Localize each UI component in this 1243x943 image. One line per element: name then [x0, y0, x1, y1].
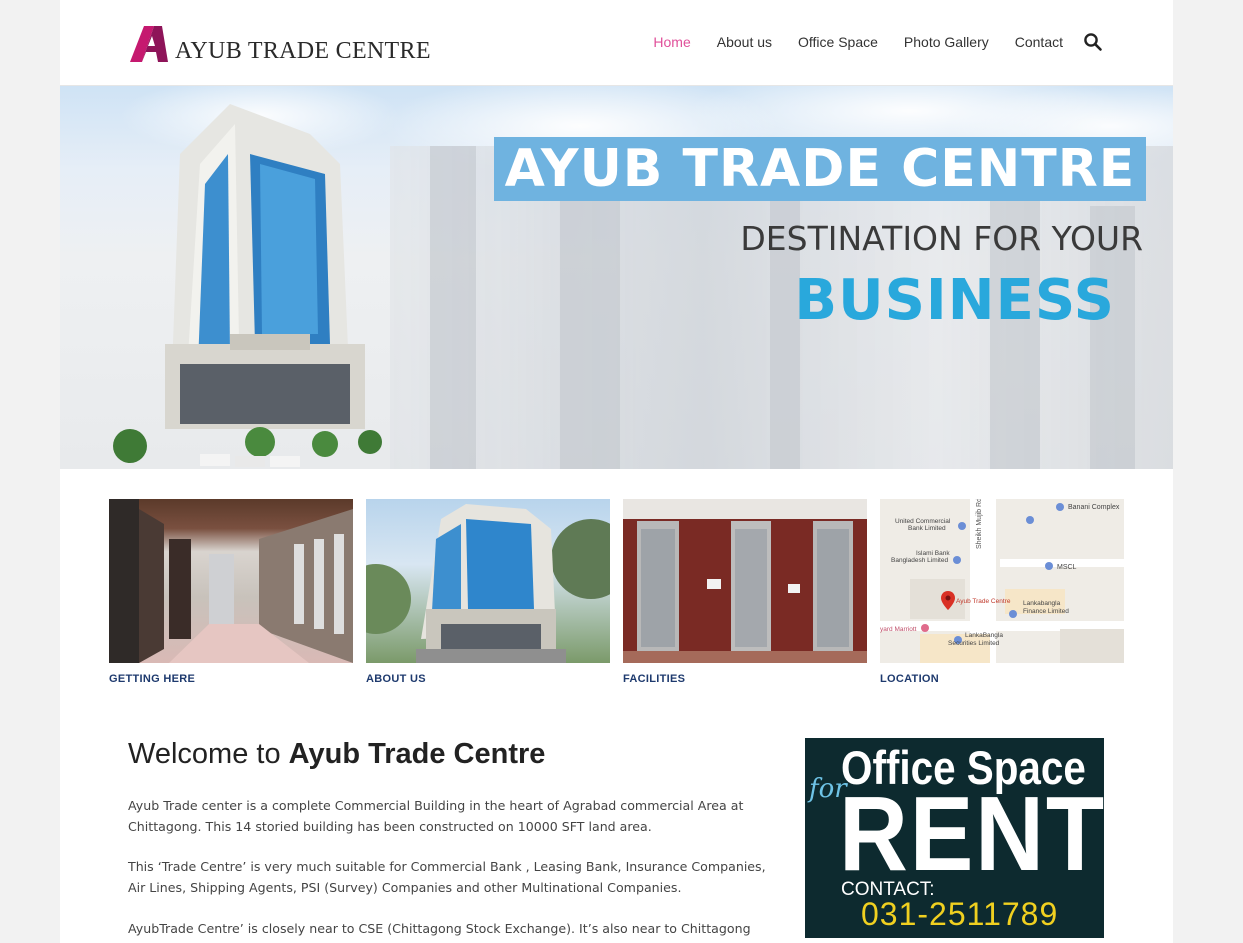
location-map: Sheikh Mujib Rd Banani Complex United Co… — [880, 499, 1124, 663]
ad-rent: RENT — [839, 775, 1104, 893]
lobby-image — [109, 499, 353, 663]
page: AYUB TRADE CENTRE Home About us Office S… — [60, 0, 1173, 943]
feature-tiles: GETTING HERE ABOUT US FACILITIES Sheikh … — [109, 499, 1125, 689]
logo-mark-icon — [130, 26, 168, 62]
svg-text:Banani Complex: Banani Complex — [1068, 504, 1120, 511]
tile-location[interactable]: Sheikh Mujib Rd Banani Complex United Co… — [880, 499, 1124, 685]
ad-phone: 031-2511789 — [861, 896, 1059, 932]
logo-text: AYUB TRADE CENTRE — [175, 37, 431, 64]
office-rent-ad[interactable]: Office Space for RENT CONTACT: 031-25117… — [805, 738, 1104, 938]
svg-text:Islami Bank: Islami Bank — [916, 550, 950, 557]
tile-label: LOCATION — [880, 673, 940, 685]
site-logo[interactable]: AYUB TRADE CENTRE — [128, 22, 431, 66]
hero-title: AYUB TRADE CENTRE — [504, 139, 1136, 199]
welcome-name: Ayub Trade Centre — [288, 738, 546, 770]
nav-about-us[interactable]: About us — [717, 34, 772, 50]
svg-text:yard Marriott: yard Marriott — [880, 626, 917, 633]
svg-text:MSCL: MSCL — [1057, 564, 1077, 571]
svg-text:Bank Limited: Bank Limited — [908, 525, 946, 532]
svg-text:LankaBangla: LankaBangla — [965, 632, 1003, 639]
svg-text:United Commercial: United Commercial — [895, 518, 951, 525]
svg-text:Bangladesh Limited: Bangladesh Limited — [891, 557, 948, 564]
tile-facilities[interactable]: FACILITIES — [623, 499, 867, 685]
main-nav: Home About us Office Space Photo Gallery… — [627, 32, 1103, 52]
welcome-paragraph-1: Ayub Trade center is a complete Commerci… — [128, 798, 744, 834]
nav-office-space[interactable]: Office Space — [798, 34, 878, 50]
svg-text:Lankabangla: Lankabangla — [1023, 600, 1061, 607]
svg-text:Sheikh Mujib Rd: Sheikh Mujib Rd — [976, 499, 983, 549]
welcome-paragraph-2: This ‘Trade Centre’ is very much suitabl… — [128, 859, 766, 895]
tile-getting-here[interactable]: GETTING HERE — [109, 499, 353, 685]
welcome-heading: Welcome to Ayub Trade Centre — [128, 738, 545, 771]
welcome-paragraph-3: AyubTrade Centre’ is closely near to CSE… — [128, 921, 751, 943]
nav-home[interactable]: Home — [653, 34, 690, 50]
nav-photo-gallery[interactable]: Photo Gallery — [904, 34, 989, 50]
building-image — [366, 499, 610, 663]
tile-about-us[interactable]: ABOUT US — [366, 499, 610, 685]
elevators-image — [623, 499, 867, 663]
tile-label: GETTING HERE — [109, 673, 196, 685]
svg-text:Finance Limited: Finance Limited — [1023, 608, 1069, 615]
hero-highlight: BUSINESS — [794, 268, 1115, 333]
tile-label: ABOUT US — [366, 673, 426, 685]
hero-building-image — [113, 104, 382, 467]
welcome-prefix: Welcome to — [128, 738, 281, 770]
svg-text:Ayub Trade Centre: Ayub Trade Centre — [956, 598, 1011, 605]
site-header: AYUB TRADE CENTRE Home About us Office S… — [60, 0, 1173, 86]
nav-contact[interactable]: Contact — [1015, 34, 1063, 50]
hero-title-box: AYUB TRADE CENTRE — [494, 137, 1146, 201]
search-icon[interactable] — [1083, 32, 1103, 52]
hero-subtitle: DESTINATION FOR YOUR — [740, 219, 1143, 258]
svg-text:Securities Limited: Securities Limited — [948, 640, 1000, 647]
tile-label: FACILITIES — [623, 673, 686, 685]
hero-banner: AYUB TRADE CENTRE DESTINATION FOR YOUR B… — [60, 86, 1173, 469]
